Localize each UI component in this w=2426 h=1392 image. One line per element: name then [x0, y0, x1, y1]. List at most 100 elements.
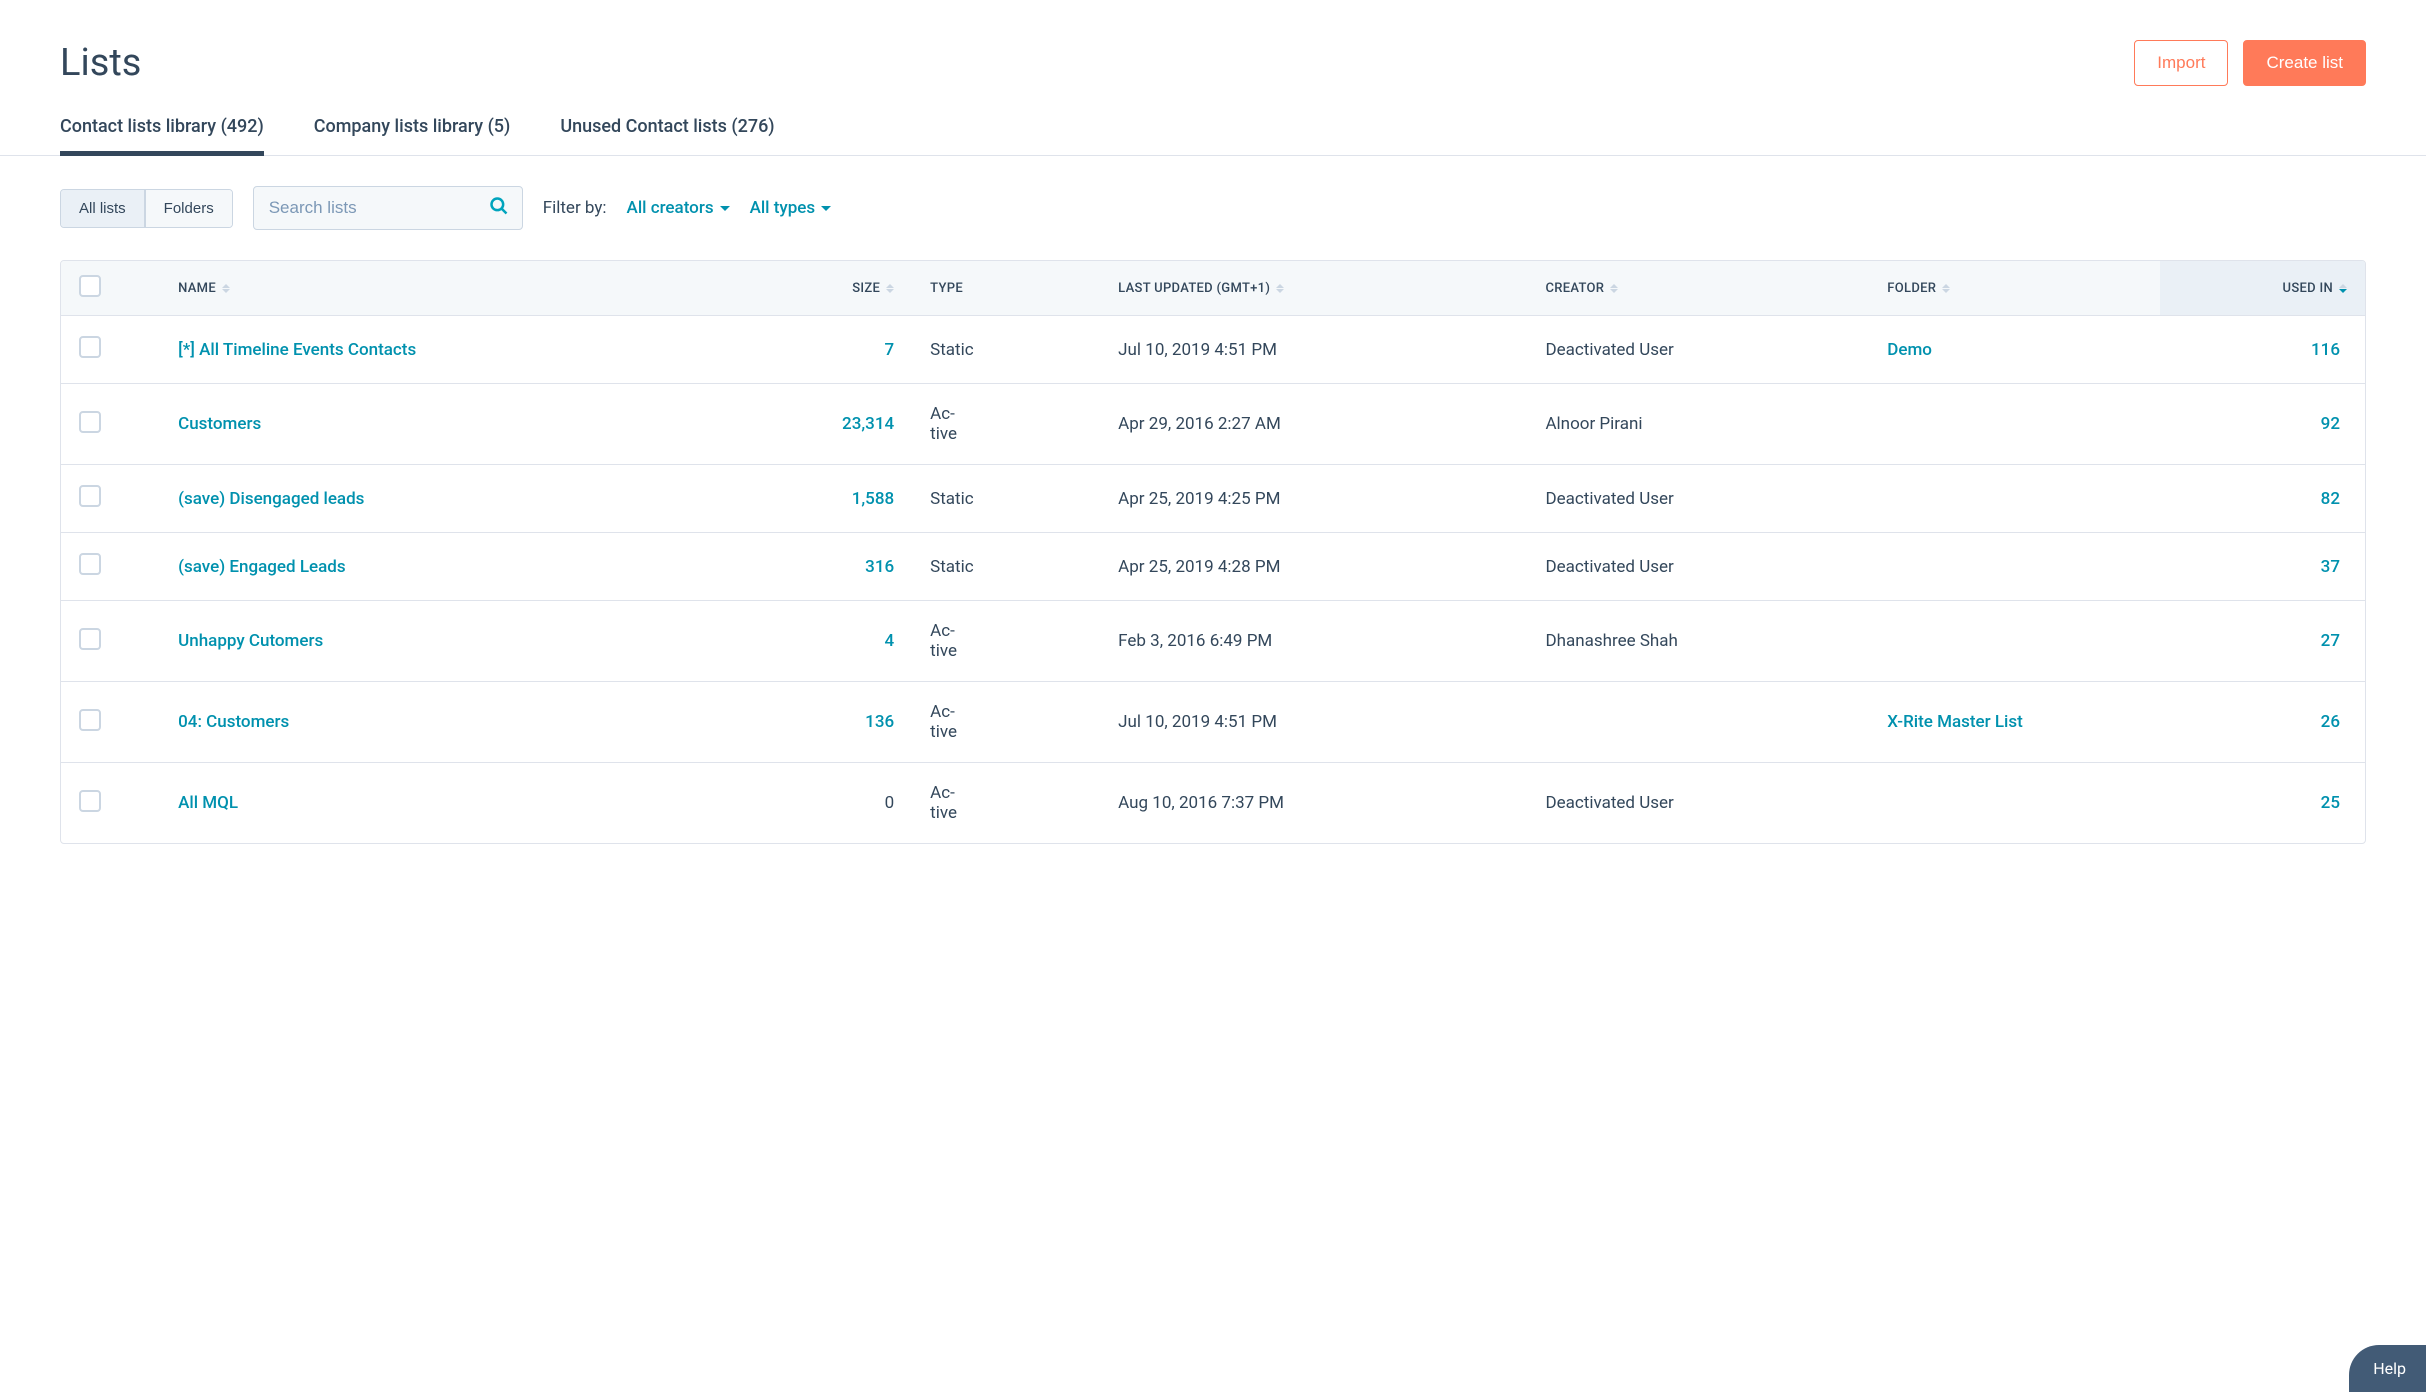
list-usedin[interactable]: 92: [2160, 384, 2365, 465]
tabs: Contact lists library (492) Company list…: [0, 116, 2426, 156]
list-type: Static: [912, 316, 1100, 384]
tab-company-lists[interactable]: Company lists library (5): [314, 116, 511, 155]
search-wrapper: [253, 186, 523, 230]
column-header-updated[interactable]: LAST UPDATED (GMT+1): [1100, 261, 1527, 316]
list-updated: Aug 10, 2016 7:37 PM: [1100, 763, 1527, 844]
table-row: [*] All Timeline Events Contacts 7StaticJ…: [61, 316, 2365, 384]
list-usedin[interactable]: 26: [2160, 682, 2365, 763]
table-row: 04: Customers136Ac-tiveJul 10, 2019 4:51…: [61, 682, 2365, 763]
list-size[interactable]: 7: [690, 316, 912, 384]
view-toggle: All lists Folders: [60, 189, 233, 228]
list-name-link[interactable]: All MQL: [178, 793, 238, 813]
table-row: (save) Disengaged leads1,588StaticApr 25…: [61, 465, 2365, 533]
table-row: (save) Engaged Leads 316StaticApr 25, 201…: [61, 533, 2365, 601]
caret-down-icon: [720, 206, 730, 211]
list-size[interactable]: 4: [690, 601, 912, 682]
table-row: All MQL0Ac-tiveAug 10, 2016 7:37 PMDeact…: [61, 763, 2365, 844]
list-type: Static: [912, 465, 1100, 533]
list-name-link[interactable]: Customers: [178, 414, 261, 434]
list-updated: Apr 25, 2019 4:28 PM: [1100, 533, 1527, 601]
header-actions: Import Create list: [2134, 40, 2366, 86]
list-folder: [1869, 465, 2160, 533]
row-checkbox[interactable]: [79, 790, 101, 812]
list-usedin[interactable]: 37: [2160, 533, 2365, 601]
lists-table: NAME SIZE: [61, 261, 2365, 843]
column-header-creator[interactable]: CREATOR: [1527, 261, 1869, 316]
help-button[interactable]: Help: [2349, 1345, 2426, 1392]
tab-unused-contact-lists[interactable]: Unused Contact lists (276): [560, 116, 774, 155]
caret-down-icon: [821, 206, 831, 211]
list-size[interactable]: 316: [690, 533, 912, 601]
filter-creators-dropdown[interactable]: All creators: [627, 198, 730, 218]
search-input[interactable]: [253, 186, 523, 230]
sort-arrows-icon: [2339, 284, 2347, 293]
tab-contact-lists[interactable]: Contact lists library (492): [60, 116, 264, 155]
import-button[interactable]: Import: [2134, 40, 2228, 86]
table-row: Customers23,314Ac-tiveApr 29, 2016 2:27 …: [61, 384, 2365, 465]
list-folder: [1869, 601, 2160, 682]
list-folder: X-Rite Master List: [1869, 682, 2160, 763]
list-usedin[interactable]: 25: [2160, 763, 2365, 844]
list-folder: Demo: [1869, 316, 2160, 384]
list-size[interactable]: 23,314: [690, 384, 912, 465]
filters-row: All lists Folders Filter by: All creator…: [60, 186, 2366, 230]
list-creator: Alnoor Pirani: [1527, 384, 1869, 465]
create-list-button[interactable]: Create list: [2243, 40, 2366, 86]
row-checkbox[interactable]: [79, 336, 101, 358]
sort-arrows-icon: [886, 284, 894, 293]
list-creator: Dhanashree Shah: [1527, 601, 1869, 682]
list-updated: Jul 10, 2019 4:51 PM: [1100, 682, 1527, 763]
column-header-checkbox: [61, 261, 160, 316]
folder-link[interactable]: X-Rite Master List: [1887, 712, 2023, 732]
select-all-checkbox[interactable]: [79, 275, 101, 297]
column-header-name-label: NAME: [178, 281, 216, 296]
row-checkbox[interactable]: [79, 411, 101, 433]
list-creator: Deactivated User: [1527, 316, 1869, 384]
list-size[interactable]: 1,588: [690, 465, 912, 533]
column-header-folder-label: FOLDER: [1887, 281, 1936, 296]
lists-table-container: NAME SIZE: [60, 260, 2366, 844]
list-size[interactable]: 136: [690, 682, 912, 763]
column-header-usedin[interactable]: USED IN: [2160, 261, 2365, 316]
column-header-type-label: TYPE: [930, 281, 963, 296]
list-size: 0: [690, 763, 912, 844]
list-creator: [1527, 682, 1869, 763]
list-usedin[interactable]: 27: [2160, 601, 2365, 682]
list-updated: Feb 3, 2016 6:49 PM: [1100, 601, 1527, 682]
list-name-link[interactable]: [*] All Timeline Events Contacts: [178, 340, 416, 360]
list-usedin[interactable]: 116: [2160, 316, 2365, 384]
row-checkbox[interactable]: [79, 628, 101, 650]
column-header-name[interactable]: NAME: [160, 261, 690, 316]
list-folder: [1869, 533, 2160, 601]
column-header-size-label: SIZE: [852, 281, 880, 296]
list-folder: [1869, 384, 2160, 465]
column-header-size[interactable]: SIZE: [690, 261, 912, 316]
column-header-creator-label: CREATOR: [1545, 281, 1604, 296]
column-header-folder[interactable]: FOLDER: [1869, 261, 2160, 316]
list-name-link[interactable]: (save) Engaged Leads: [178, 557, 345, 577]
sort-arrows-icon: [222, 284, 230, 293]
list-updated: Jul 10, 2019 4:51 PM: [1100, 316, 1527, 384]
list-type: Ac-tive: [912, 601, 1100, 682]
column-header-type: TYPE: [912, 261, 1100, 316]
list-creator: Deactivated User: [1527, 763, 1869, 844]
row-checkbox[interactable]: [79, 709, 101, 731]
toggle-folders[interactable]: Folders: [145, 190, 232, 227]
toggle-all-lists[interactable]: All lists: [61, 190, 145, 227]
list-type: Ac-tive: [912, 384, 1100, 465]
sort-arrows-icon: [1276, 284, 1284, 293]
row-checkbox[interactable]: [79, 553, 101, 575]
list-name-link[interactable]: 04: Customers: [178, 712, 289, 732]
filter-types-dropdown[interactable]: All types: [750, 198, 832, 218]
list-folder: [1869, 763, 2160, 844]
list-usedin[interactable]: 82: [2160, 465, 2365, 533]
column-header-updated-label: LAST UPDATED (GMT+1): [1118, 281, 1270, 296]
list-name-link[interactable]: (save) Disengaged leads: [178, 489, 364, 509]
folder-link[interactable]: Demo: [1887, 340, 1932, 360]
list-name-link[interactable]: Unhappy Cutomers: [178, 631, 323, 651]
list-type: Static: [912, 533, 1100, 601]
row-checkbox[interactable]: [79, 485, 101, 507]
list-creator: Deactivated User: [1527, 533, 1869, 601]
page-title: Lists: [60, 41, 141, 85]
column-header-usedin-label: USED IN: [2283, 281, 2333, 296]
